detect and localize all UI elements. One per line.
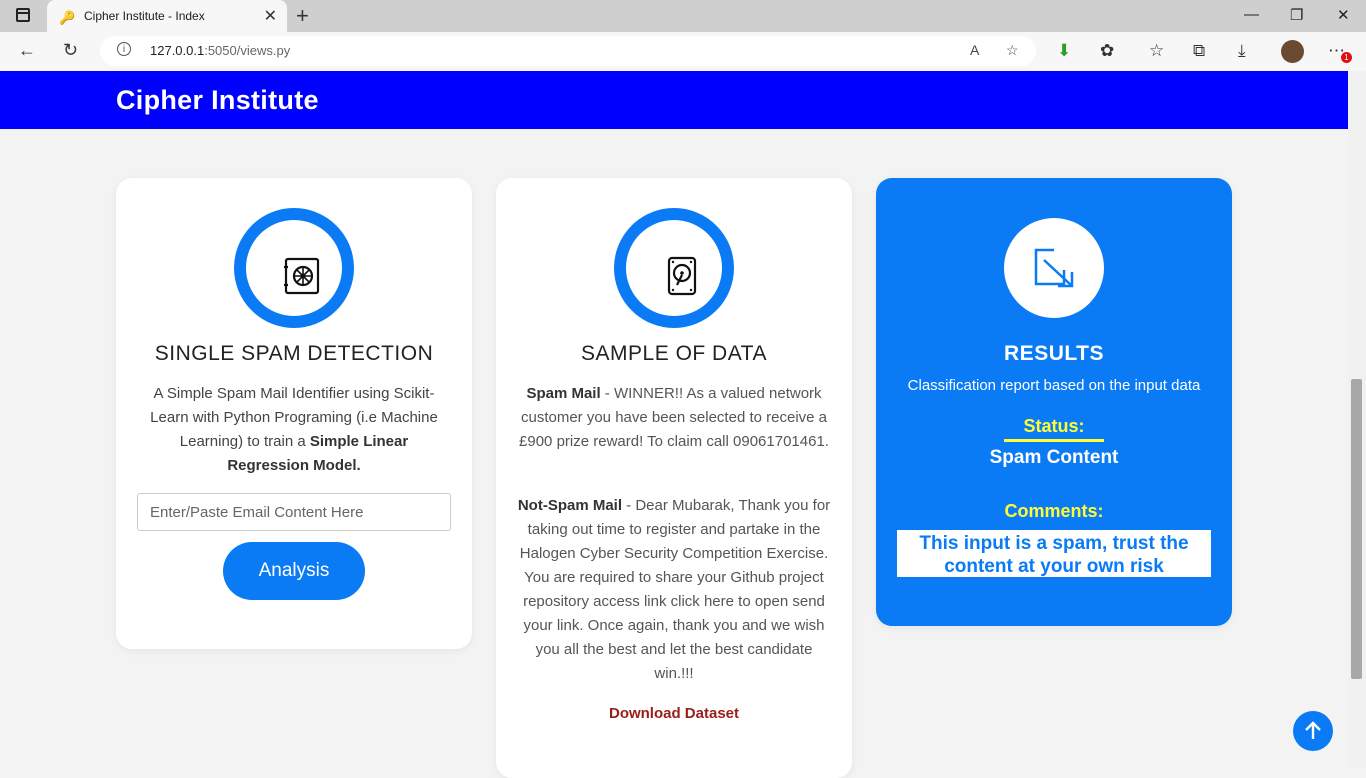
address-bar: ← ↻ i 127.0.0.1:5050/views.py A ☆ ⬇ ✿ ☆ … [0,32,1366,72]
extensions-icon[interactable]: ✿ [1100,41,1114,61]
site-header: Cipher Institute [0,71,1348,129]
sample-card: SAMPLE OF DATA Spam Mail - WINNER!! As a… [496,178,852,778]
add-favorite-icon[interactable]: ☆ [1006,42,1019,59]
avatar[interactable] [1281,40,1304,63]
email-content-placeholder: Enter/Paste Email Content Here [150,504,364,521]
tab-actions-icon[interactable] [16,8,30,22]
sample-title: SAMPLE OF DATA [581,342,767,365]
not-spam-sample: Not-Spam Mail - Dear Mubarak, Thank you … [517,497,831,682]
url-field[interactable]: i 127.0.0.1:5050/views.py A ☆ [100,36,1036,66]
arrow-down-right-icon [1034,248,1074,288]
comment-text: This input is a spam, trust the content … [897,530,1211,577]
url-text: 127.0.0.1:5050/views.py [150,43,291,58]
detection-description: A Simple Spam Mail Identifier using Scik… [150,385,438,474]
tab-title: Cipher Institute - Index [84,9,205,23]
download-dataset-link[interactable]: Download Dataset [496,705,852,722]
results-title: RESULTS [1004,342,1104,365]
browser-tab-bar: 🔑 Cipher Institute - Index ✕ + — ❐ ✕ [0,0,1366,32]
detection-title: SINGLE SPAM DETECTION [154,342,434,365]
refresh-icon[interactable]: ↻ [63,40,78,61]
downloads-icon[interactable]: ⤓ [1238,41,1246,61]
window-close-icon[interactable]: ✕ [1337,6,1350,24]
scrollbar[interactable] [1348,71,1366,768]
safe-icon [284,257,320,295]
status-value: Spam Content [989,447,1119,468]
sample-icon-ring [614,208,734,328]
results-icon-circle [1004,218,1104,318]
spam-sample: Spam Mail - WINNER!! As a valued network… [519,385,829,450]
analysis-button[interactable]: Analysis [223,542,365,600]
detection-card: SINGLE SPAM DETECTION A Simple Spam Mail… [116,178,472,649]
browser-tab[interactable]: 🔑 Cipher Institute - Index ✕ [47,0,287,32]
favorites-icon[interactable]: ☆ [1149,41,1164,61]
minimize-icon[interactable]: — [1244,6,1259,23]
download-extension-icon[interactable]: ⬇ [1057,41,1071,61]
site-info-icon[interactable]: i [117,42,131,56]
detection-icon-ring [234,208,354,328]
key-icon: 🔑 [59,10,76,25]
comments-label: Comments: [1004,501,1104,521]
close-tab-icon[interactable]: ✕ [264,6,277,26]
results-subtitle: Classification report based on the input… [907,377,1201,394]
status-label: Status: [1004,416,1104,442]
restore-icon[interactable]: ❐ [1290,6,1303,24]
email-content-input[interactable]: Enter/Paste Email Content Here [137,493,451,531]
site-brand[interactable]: Cipher Institute [116,85,319,116]
arrow-up-icon [1305,721,1321,739]
hard-drive-icon [667,256,697,296]
read-aloud-icon[interactable]: A [970,42,979,58]
results-card: RESULTS Classification report based on t… [876,178,1232,626]
back-to-top-button[interactable] [1293,711,1333,751]
notification-badge: 1 [1341,52,1352,63]
scrollbar-thumb[interactable] [1351,379,1362,679]
new-tab-icon[interactable]: + [296,3,309,29]
collections-icon[interactable]: ⧉ [1193,41,1205,61]
back-icon[interactable]: ← [18,40,36,61]
